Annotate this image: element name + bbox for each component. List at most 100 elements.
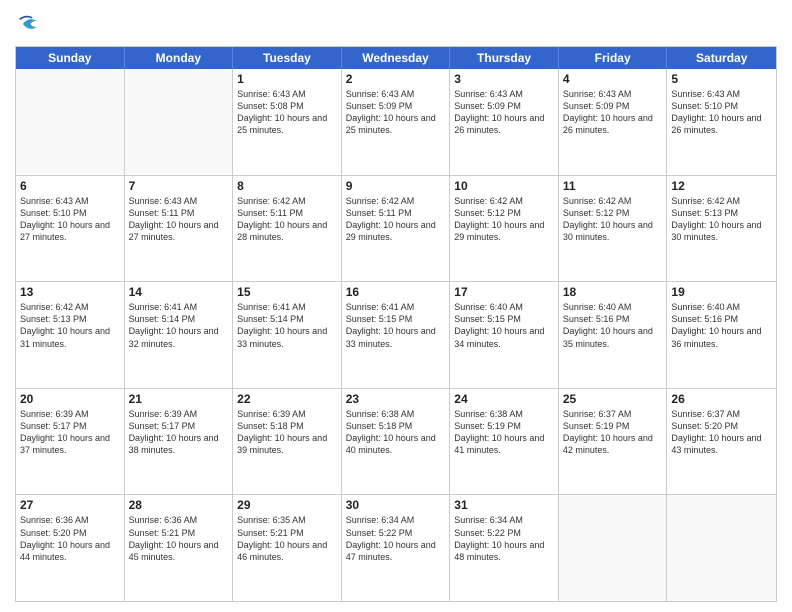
- day-info: Sunrise: 6:40 AM Sunset: 5:15 PM Dayligh…: [454, 301, 554, 350]
- day-number: 21: [129, 392, 229, 406]
- day-info: Sunrise: 6:43 AM Sunset: 5:10 PM Dayligh…: [20, 195, 120, 244]
- day-number: 1: [237, 72, 337, 86]
- calendar-cell-day-4: 4 Sunrise: 6:43 AM Sunset: 5:09 PM Daylig…: [559, 69, 668, 175]
- day-number: 7: [129, 179, 229, 193]
- day-info: Sunrise: 6:34 AM Sunset: 5:22 PM Dayligh…: [346, 514, 446, 563]
- calendar-cell-day-17: 17 Sunrise: 6:40 AM Sunset: 5:15 PM Dayli…: [450, 282, 559, 388]
- day-info: Sunrise: 6:39 AM Sunset: 5:17 PM Dayligh…: [129, 408, 229, 457]
- calendar-header-thursday: Thursday: [450, 47, 559, 69]
- day-number: 23: [346, 392, 446, 406]
- calendar-header-saturday: Saturday: [667, 47, 776, 69]
- day-number: 10: [454, 179, 554, 193]
- day-number: 17: [454, 285, 554, 299]
- calendar-cell-day-6: 6 Sunrise: 6:43 AM Sunset: 5:10 PM Daylig…: [16, 176, 125, 282]
- calendar-cell-day-31: 31 Sunrise: 6:34 AM Sunset: 5:22 PM Dayli…: [450, 495, 559, 601]
- calendar-cell-day-20: 20 Sunrise: 6:39 AM Sunset: 5:17 PM Dayli…: [16, 389, 125, 495]
- day-info: Sunrise: 6:41 AM Sunset: 5:14 PM Dayligh…: [237, 301, 337, 350]
- day-number: 4: [563, 72, 663, 86]
- day-number: 24: [454, 392, 554, 406]
- day-info: Sunrise: 6:39 AM Sunset: 5:17 PM Dayligh…: [20, 408, 120, 457]
- calendar-cell-day-21: 21 Sunrise: 6:39 AM Sunset: 5:17 PM Dayli…: [125, 389, 234, 495]
- day-info: Sunrise: 6:42 AM Sunset: 5:13 PM Dayligh…: [20, 301, 120, 350]
- day-number: 3: [454, 72, 554, 86]
- day-number: 22: [237, 392, 337, 406]
- calendar-cell-day-22: 22 Sunrise: 6:39 AM Sunset: 5:18 PM Dayli…: [233, 389, 342, 495]
- calendar-cell-day-3: 3 Sunrise: 6:43 AM Sunset: 5:09 PM Daylig…: [450, 69, 559, 175]
- day-info: Sunrise: 6:42 AM Sunset: 5:13 PM Dayligh…: [671, 195, 772, 244]
- calendar-cell-day-10: 10 Sunrise: 6:42 AM Sunset: 5:12 PM Dayli…: [450, 176, 559, 282]
- calendar-body: 1 Sunrise: 6:43 AM Sunset: 5:08 PM Daylig…: [16, 69, 776, 601]
- day-number: 28: [129, 498, 229, 512]
- day-info: Sunrise: 6:41 AM Sunset: 5:14 PM Dayligh…: [129, 301, 229, 350]
- calendar-week-1: 1 Sunrise: 6:43 AM Sunset: 5:08 PM Daylig…: [16, 69, 776, 176]
- day-info: Sunrise: 6:43 AM Sunset: 5:11 PM Dayligh…: [129, 195, 229, 244]
- calendar-header-monday: Monday: [125, 47, 234, 69]
- day-number: 29: [237, 498, 337, 512]
- calendar-cell-day-15: 15 Sunrise: 6:41 AM Sunset: 5:14 PM Dayli…: [233, 282, 342, 388]
- day-info: Sunrise: 6:43 AM Sunset: 5:09 PM Dayligh…: [346, 88, 446, 137]
- day-number: 16: [346, 285, 446, 299]
- calendar-cell-day-11: 11Sunrise: 6:42 AM Sunset: 5:12 PM Dayli…: [559, 176, 668, 282]
- calendar-cell-empty: [559, 495, 668, 601]
- day-number: 26: [671, 392, 772, 406]
- calendar-cell-day-18: 18 Sunrise: 6:40 AM Sunset: 5:16 PM Dayli…: [559, 282, 668, 388]
- calendar-cell-day-1: 1 Sunrise: 6:43 AM Sunset: 5:08 PM Daylig…: [233, 69, 342, 175]
- day-info: Sunrise: 6:42 AM Sunset: 5:11 PM Dayligh…: [346, 195, 446, 244]
- day-info: Sunrise: 6:43 AM Sunset: 5:08 PM Dayligh…: [237, 88, 337, 137]
- day-number: 13: [20, 285, 120, 299]
- calendar-cell-day-26: 26 Sunrise: 6:37 AM Sunset: 5:20 PM Dayli…: [667, 389, 776, 495]
- calendar-cell-day-29: 29 Sunrise: 6:35 AM Sunset: 5:21 PM Dayli…: [233, 495, 342, 601]
- calendar-cell-day-2: 2Sunrise: 6:43 AM Sunset: 5:09 PM Daylig…: [342, 69, 451, 175]
- calendar-header-tuesday: Tuesday: [233, 47, 342, 69]
- day-info: Sunrise: 6:40 AM Sunset: 5:16 PM Dayligh…: [563, 301, 663, 350]
- logo: [15, 10, 47, 38]
- header: [15, 10, 777, 38]
- calendar-cell-day-19: 19Sunrise: 6:40 AM Sunset: 5:16 PM Dayli…: [667, 282, 776, 388]
- calendar-week-5: 27 Sunrise: 6:36 AM Sunset: 5:20 PM Dayli…: [16, 495, 776, 601]
- day-number: 12: [671, 179, 772, 193]
- day-info: Sunrise: 6:36 AM Sunset: 5:20 PM Dayligh…: [20, 514, 120, 563]
- day-info: Sunrise: 6:43 AM Sunset: 5:09 PM Dayligh…: [454, 88, 554, 137]
- calendar-cell-day-27: 27 Sunrise: 6:36 AM Sunset: 5:20 PM Dayli…: [16, 495, 125, 601]
- calendar-header-row: SundayMondayTuesdayWednesdayThursdayFrid…: [16, 47, 776, 69]
- day-number: 18: [563, 285, 663, 299]
- calendar-cell-day-9: 9Sunrise: 6:42 AM Sunset: 5:11 PM Daylig…: [342, 176, 451, 282]
- calendar-cell-day-14: 14 Sunrise: 6:41 AM Sunset: 5:14 PM Dayli…: [125, 282, 234, 388]
- day-number: 19: [671, 285, 772, 299]
- calendar-cell-day-24: 24Sunrise: 6:38 AM Sunset: 5:19 PM Dayli…: [450, 389, 559, 495]
- calendar-cell-day-5: 5Sunrise: 6:43 AM Sunset: 5:10 PM Daylig…: [667, 69, 776, 175]
- calendar-cell-day-13: 13 Sunrise: 6:42 AM Sunset: 5:13 PM Dayli…: [16, 282, 125, 388]
- calendar-cell-day-28: 28 Sunrise: 6:36 AM Sunset: 5:21 PM Dayli…: [125, 495, 234, 601]
- page: SundayMondayTuesdayWednesdayThursdayFrid…: [0, 0, 792, 612]
- calendar-week-4: 20 Sunrise: 6:39 AM Sunset: 5:17 PM Dayli…: [16, 389, 776, 496]
- day-info: Sunrise: 6:43 AM Sunset: 5:09 PM Dayligh…: [563, 88, 663, 137]
- logo-icon: [15, 10, 43, 38]
- day-info: Sunrise: 6:37 AM Sunset: 5:20 PM Dayligh…: [671, 408, 772, 457]
- day-info: Sunrise: 6:42 AM Sunset: 5:11 PM Dayligh…: [237, 195, 337, 244]
- calendar-cell-day-12: 12 Sunrise: 6:42 AM Sunset: 5:13 PM Dayli…: [667, 176, 776, 282]
- day-number: 14: [129, 285, 229, 299]
- day-number: 11: [563, 179, 663, 193]
- calendar-cell-day-23: 23 Sunrise: 6:38 AM Sunset: 5:18 PM Dayli…: [342, 389, 451, 495]
- day-number: 6: [20, 179, 120, 193]
- day-number: 27: [20, 498, 120, 512]
- day-info: Sunrise: 6:36 AM Sunset: 5:21 PM Dayligh…: [129, 514, 229, 563]
- day-info: Sunrise: 6:39 AM Sunset: 5:18 PM Dayligh…: [237, 408, 337, 457]
- day-info: Sunrise: 6:37 AM Sunset: 5:19 PM Dayligh…: [563, 408, 663, 457]
- day-info: Sunrise: 6:42 AM Sunset: 5:12 PM Dayligh…: [454, 195, 554, 244]
- calendar-cell-day-7: 7 Sunrise: 6:43 AM Sunset: 5:11 PM Daylig…: [125, 176, 234, 282]
- day-number: 8: [237, 179, 337, 193]
- day-info: Sunrise: 6:34 AM Sunset: 5:22 PM Dayligh…: [454, 514, 554, 563]
- day-number: 31: [454, 498, 554, 512]
- day-number: 20: [20, 392, 120, 406]
- calendar-cell-empty: [667, 495, 776, 601]
- calendar-cell-day-8: 8 Sunrise: 6:42 AM Sunset: 5:11 PM Daylig…: [233, 176, 342, 282]
- calendar-header-sunday: Sunday: [16, 47, 125, 69]
- calendar-header-friday: Friday: [559, 47, 668, 69]
- day-number: 15: [237, 285, 337, 299]
- day-info: Sunrise: 6:38 AM Sunset: 5:18 PM Dayligh…: [346, 408, 446, 457]
- calendar-cell-empty: [16, 69, 125, 175]
- calendar: SundayMondayTuesdayWednesdayThursdayFrid…: [15, 46, 777, 602]
- day-number: 30: [346, 498, 446, 512]
- day-info: Sunrise: 6:35 AM Sunset: 5:21 PM Dayligh…: [237, 514, 337, 563]
